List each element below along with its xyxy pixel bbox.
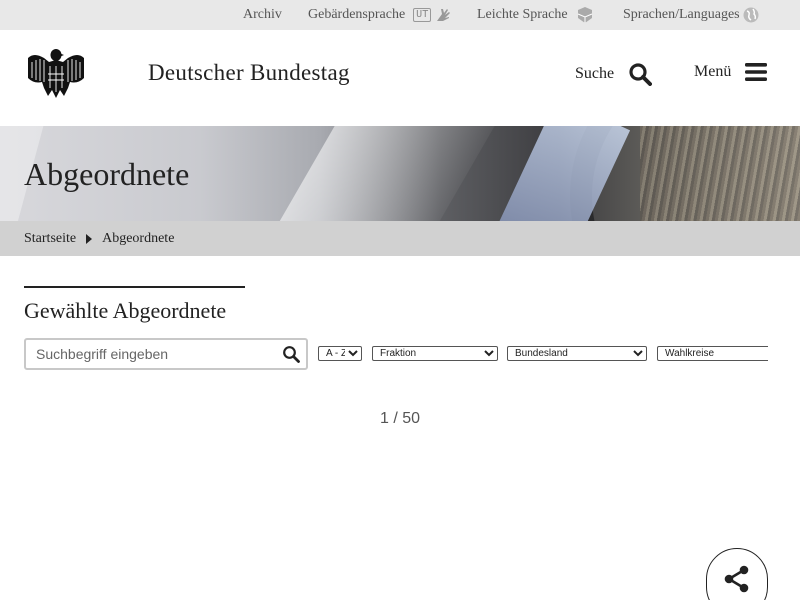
breadcrumb: Startseite Abgeordnete [0,221,800,256]
sign-language-link[interactable]: Gebärdensprache UT [308,0,452,30]
search-submit-button[interactable] [282,345,300,363]
state-select[interactable]: Bundesland [507,346,647,361]
menu-button[interactable]: Menü [694,62,768,82]
easy-language-link[interactable]: Leichte Sprache [477,0,594,30]
site-brand[interactable]: Deutscher Bundestag [148,60,350,86]
ut-badge: UT [413,8,432,22]
constituency-filter-wrapper: Wahlkreise [657,340,768,368]
easy-language-label: Leichte Sprache [477,7,568,22]
share-button[interactable] [706,548,768,600]
search-icon [629,63,653,86]
search-toggle-button[interactable]: Suche [575,62,653,86]
caret-right-icon [86,233,93,244]
breadcrumb-home[interactable]: Startseite [24,231,76,247]
hero-banner: Abgeordnete [0,126,800,221]
menu-label: Menü [694,63,732,80]
home-logo-link[interactable] [24,44,88,102]
federal-eagle-icon [28,49,84,98]
pagination-indicator: 1 / 50 [379,410,421,427]
section-divider [24,286,245,288]
faction-select[interactable]: Fraktion [372,346,498,361]
search-icon [283,346,300,363]
section-title: Gewählte Abgeordnete [24,298,227,323]
hero-decoration [242,126,518,221]
search-input[interactable] [36,344,276,364]
hamburger-icon [745,63,768,81]
archive-label: Archiv [243,7,282,22]
page-title: Abgeordnete [24,156,190,192]
member-search [24,338,308,370]
globe-icon [743,7,759,23]
sign-language-label: Gebärdensprache [308,7,406,22]
utility-bar: Archiv Gebärdensprache UT Leichte Sprach… [0,0,800,30]
search-toggle-label: Suche [575,65,615,82]
sort-select[interactable]: A - Z [318,346,362,361]
languages-link[interactable]: Sprachen/Languages [623,0,760,30]
languages-label: Sprachen/Languages [623,7,740,22]
site-header: Deutscher Bundestag Suche Menü [0,30,800,126]
share-icon [724,565,749,593]
constituency-select[interactable]: Wahlkreise [657,346,768,361]
sign-hand-icon [437,9,451,21]
breadcrumb-current: Abgeordnete [102,230,175,246]
easy-language-icon [577,7,592,23]
archive-link[interactable]: Archiv [243,0,282,30]
